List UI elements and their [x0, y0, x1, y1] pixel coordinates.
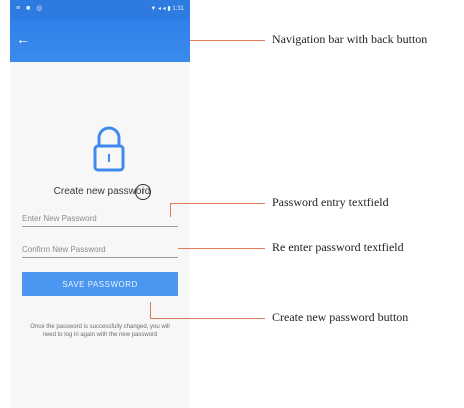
password-change-hint: Once the password is successfully change… — [30, 324, 170, 338]
status-left-icons: ≡ ■ ◎ — [16, 5, 45, 12]
info-icon[interactable]: i — [135, 184, 151, 200]
annotation-vline-pwd — [170, 203, 171, 217]
annotation-vline-createbtn — [150, 302, 151, 318]
save-password-button[interactable]: SAVE PASSWORD — [22, 272, 178, 296]
navigation-bar — [10, 20, 190, 62]
lock-icon — [93, 126, 125, 172]
annotation-line-reenter — [178, 248, 265, 249]
annotation-nav: Navigation bar with back button — [272, 32, 428, 46]
confirm-password-field[interactable] — [22, 241, 178, 258]
status-right-icons: ▼ ◂ ◂ ▮ 1:31 — [150, 6, 184, 12]
annotation-pwd: Password entry textfield — [272, 195, 389, 209]
annotation-line-nav — [190, 40, 265, 41]
status-bar: ≡ ■ ◎ ▼ ◂ ◂ ▮ 1:31 — [10, 0, 190, 20]
annotation-createbtn: Create new password button — [272, 310, 409, 324]
annotation-line-createbtn — [150, 318, 265, 319]
new-password-field[interactable] — [22, 210, 178, 227]
annotation-reenter: Re enter password textfield — [272, 240, 404, 254]
back-arrow-icon[interactable]: ← — [14, 30, 32, 48]
annotation-line-pwd — [170, 203, 265, 204]
page-title: Create new password — [53, 186, 151, 197]
